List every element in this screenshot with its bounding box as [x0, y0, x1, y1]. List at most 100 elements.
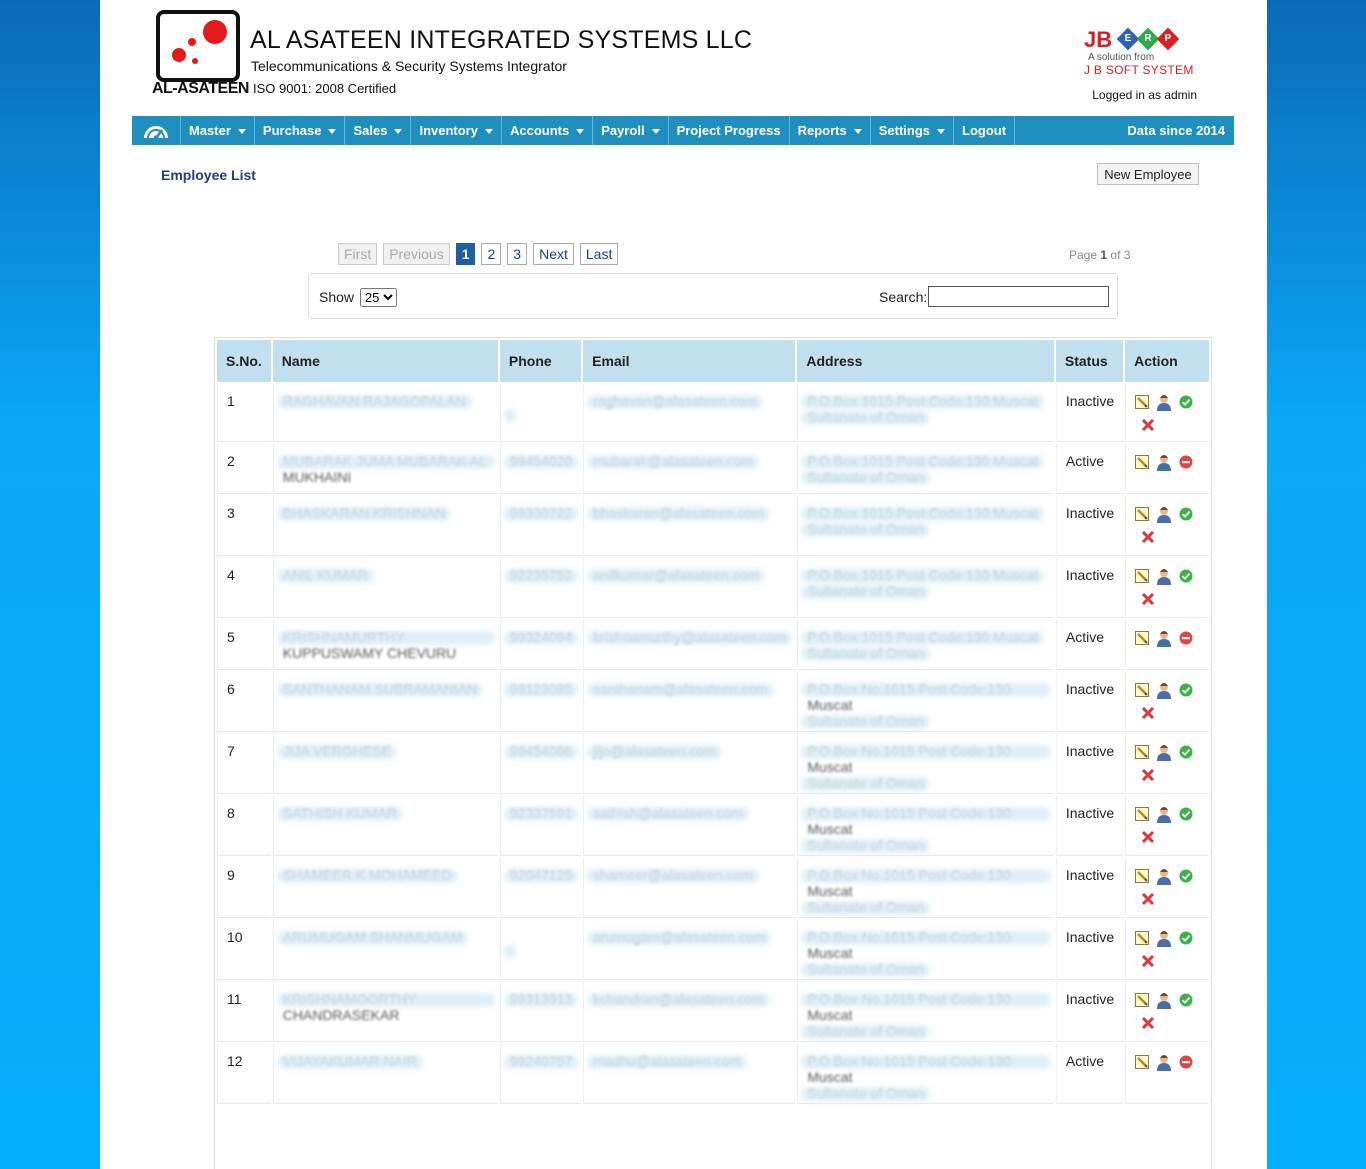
- next-page-button[interactable]: Next: [533, 243, 574, 265]
- address-line-2: Sultanate of Oman: [807, 899, 925, 915]
- nav-payroll[interactable]: Payroll: [593, 116, 669, 145]
- user-icon[interactable]: [1155, 567, 1173, 588]
- col-status[interactable]: Status: [1055, 340, 1124, 382]
- page-3-button[interactable]: 3: [507, 243, 528, 265]
- user-icon[interactable]: [1155, 929, 1173, 950]
- page-2-button[interactable]: 2: [481, 243, 502, 265]
- address-line-1: P.O.Box No.1015 Post Code:130 Muscat: [807, 929, 1045, 961]
- nav-sales[interactable]: Sales: [345, 116, 412, 145]
- nav-purchase[interactable]: Purchase: [255, 116, 346, 145]
- page-size-select[interactable]: 25: [359, 288, 397, 307]
- address-line-1: P.O.Box 1015 Post Code:130 Muscat: [807, 505, 1039, 521]
- employee-email: krishnamurthy@alasateen.com: [593, 629, 787, 645]
- cell-name: ANIL KUMAR: [272, 558, 498, 618]
- table-row: 9 SHAMEER K MOHAMEED 92047125 shameer@alasa…: [217, 858, 1209, 918]
- user-icon[interactable]: [1155, 991, 1173, 1012]
- cell-name: BHASKARAN KRISHNAN: [272, 496, 498, 556]
- edit-icon[interactable]: [1135, 569, 1150, 586]
- edit-icon[interactable]: [1135, 993, 1150, 1010]
- edit-icon[interactable]: [1135, 931, 1150, 948]
- delete-icon[interactable]: [1141, 954, 1155, 971]
- employee-email: madhu@alasateen.com: [593, 1053, 742, 1069]
- cell-action: [1125, 496, 1209, 556]
- user-icon[interactable]: [1155, 867, 1173, 888]
- activate-icon[interactable]: [1179, 869, 1193, 886]
- edit-icon[interactable]: [1135, 869, 1150, 886]
- user-icon[interactable]: [1155, 393, 1173, 414]
- cell-action: [1125, 444, 1209, 494]
- table-row: 8 SATHISH KUMAR 92337591 sathish@alasateen.…: [217, 796, 1209, 856]
- table-filter-bar: Show 25 Search:: [308, 273, 1118, 319]
- cell-action: [1125, 558, 1209, 618]
- dashboard-icon[interactable]: [132, 116, 181, 145]
- deactivate-icon[interactable]: [1179, 1055, 1193, 1072]
- delete-icon[interactable]: [1141, 768, 1155, 785]
- user-icon[interactable]: [1155, 629, 1173, 650]
- nav-accounts[interactable]: Accounts: [502, 116, 594, 145]
- delete-icon[interactable]: [1141, 1016, 1155, 1033]
- user-icon[interactable]: [1155, 453, 1173, 474]
- page-1-button[interactable]: 1: [455, 243, 476, 265]
- last-page-button[interactable]: Last: [579, 243, 619, 265]
- user-icon[interactable]: [1155, 805, 1173, 826]
- cell-address: P.O.Box 1015 Post Code:130 Muscat Sultana…: [797, 384, 1054, 442]
- nav-inventory[interactable]: Inventory: [411, 116, 502, 145]
- delete-icon[interactable]: [1141, 830, 1155, 847]
- edit-icon[interactable]: [1135, 507, 1150, 524]
- new-employee-button[interactable]: New Employee: [1097, 163, 1199, 185]
- delete-icon[interactable]: [1141, 530, 1155, 547]
- nav-project-progress[interactable]: Project Progress: [669, 116, 790, 145]
- previous-page-button[interactable]: Previous: [383, 243, 450, 265]
- activate-icon[interactable]: [1179, 683, 1193, 700]
- employee-name: MUBARAK JUMA MUBARAK AL MUKHAINI: [283, 453, 489, 485]
- search-input[interactable]: [928, 286, 1109, 307]
- col-sno[interactable]: S.No.: [217, 340, 271, 382]
- activate-icon[interactable]: [1179, 993, 1193, 1010]
- activate-icon[interactable]: [1179, 507, 1193, 524]
- chevron-down-icon: [328, 129, 337, 134]
- page-size-control: Show 25: [319, 288, 397, 307]
- employee-name: ANIL KUMAR: [282, 567, 368, 583]
- cell-address: P.O.Box No.1015 Post Code:130 Muscat Sult…: [797, 920, 1054, 980]
- activate-icon[interactable]: [1179, 931, 1193, 948]
- user-icon[interactable]: [1155, 1053, 1173, 1074]
- col-phone[interactable]: Phone: [499, 340, 582, 382]
- delete-icon[interactable]: [1141, 592, 1155, 609]
- user-icon[interactable]: [1155, 743, 1173, 764]
- cell-phone: [499, 384, 582, 442]
- edit-icon[interactable]: [1135, 631, 1150, 648]
- activate-icon[interactable]: [1179, 807, 1193, 824]
- cell-address: P.O.Box No.1015 Post Code:130 Muscat Sult…: [797, 1044, 1054, 1104]
- employee-table: S.No. Name Phone Email Address Status Ac…: [215, 338, 1211, 1106]
- nav-reports[interactable]: Reports: [790, 116, 871, 145]
- deactivate-icon[interactable]: [1179, 631, 1193, 648]
- edit-icon[interactable]: [1135, 395, 1150, 412]
- cell-email: arumugam@alasateen.com: [583, 920, 796, 980]
- nav-logout[interactable]: Logout: [954, 116, 1016, 145]
- activate-icon[interactable]: [1179, 745, 1193, 762]
- edit-icon[interactable]: [1135, 807, 1150, 824]
- col-email[interactable]: Email: [583, 340, 796, 382]
- edit-icon[interactable]: [1135, 745, 1150, 762]
- erp-letter-e: E: [1124, 33, 1132, 44]
- edit-icon[interactable]: [1135, 683, 1150, 700]
- nav-settings[interactable]: Settings: [871, 116, 955, 145]
- col-name[interactable]: Name: [272, 340, 498, 382]
- chevron-down-icon: [484, 129, 493, 134]
- activate-icon[interactable]: [1179, 569, 1193, 586]
- delete-icon[interactable]: [1141, 706, 1155, 723]
- cell-action: [1125, 1044, 1209, 1104]
- edit-icon[interactable]: [1135, 455, 1150, 472]
- user-icon[interactable]: [1155, 681, 1173, 702]
- delete-icon[interactable]: [1141, 892, 1155, 909]
- delete-icon[interactable]: [1141, 418, 1155, 435]
- cell-status: Inactive: [1055, 672, 1124, 732]
- user-icon[interactable]: [1155, 505, 1173, 526]
- edit-icon[interactable]: [1135, 1055, 1150, 1072]
- deactivate-icon[interactable]: [1179, 455, 1193, 472]
- nav-master[interactable]: Master: [181, 116, 255, 145]
- col-address[interactable]: Address: [797, 340, 1054, 382]
- first-page-button[interactable]: First: [338, 243, 378, 265]
- activate-icon[interactable]: [1179, 395, 1193, 412]
- employee-email: arumugam@alasateen.com: [593, 929, 766, 945]
